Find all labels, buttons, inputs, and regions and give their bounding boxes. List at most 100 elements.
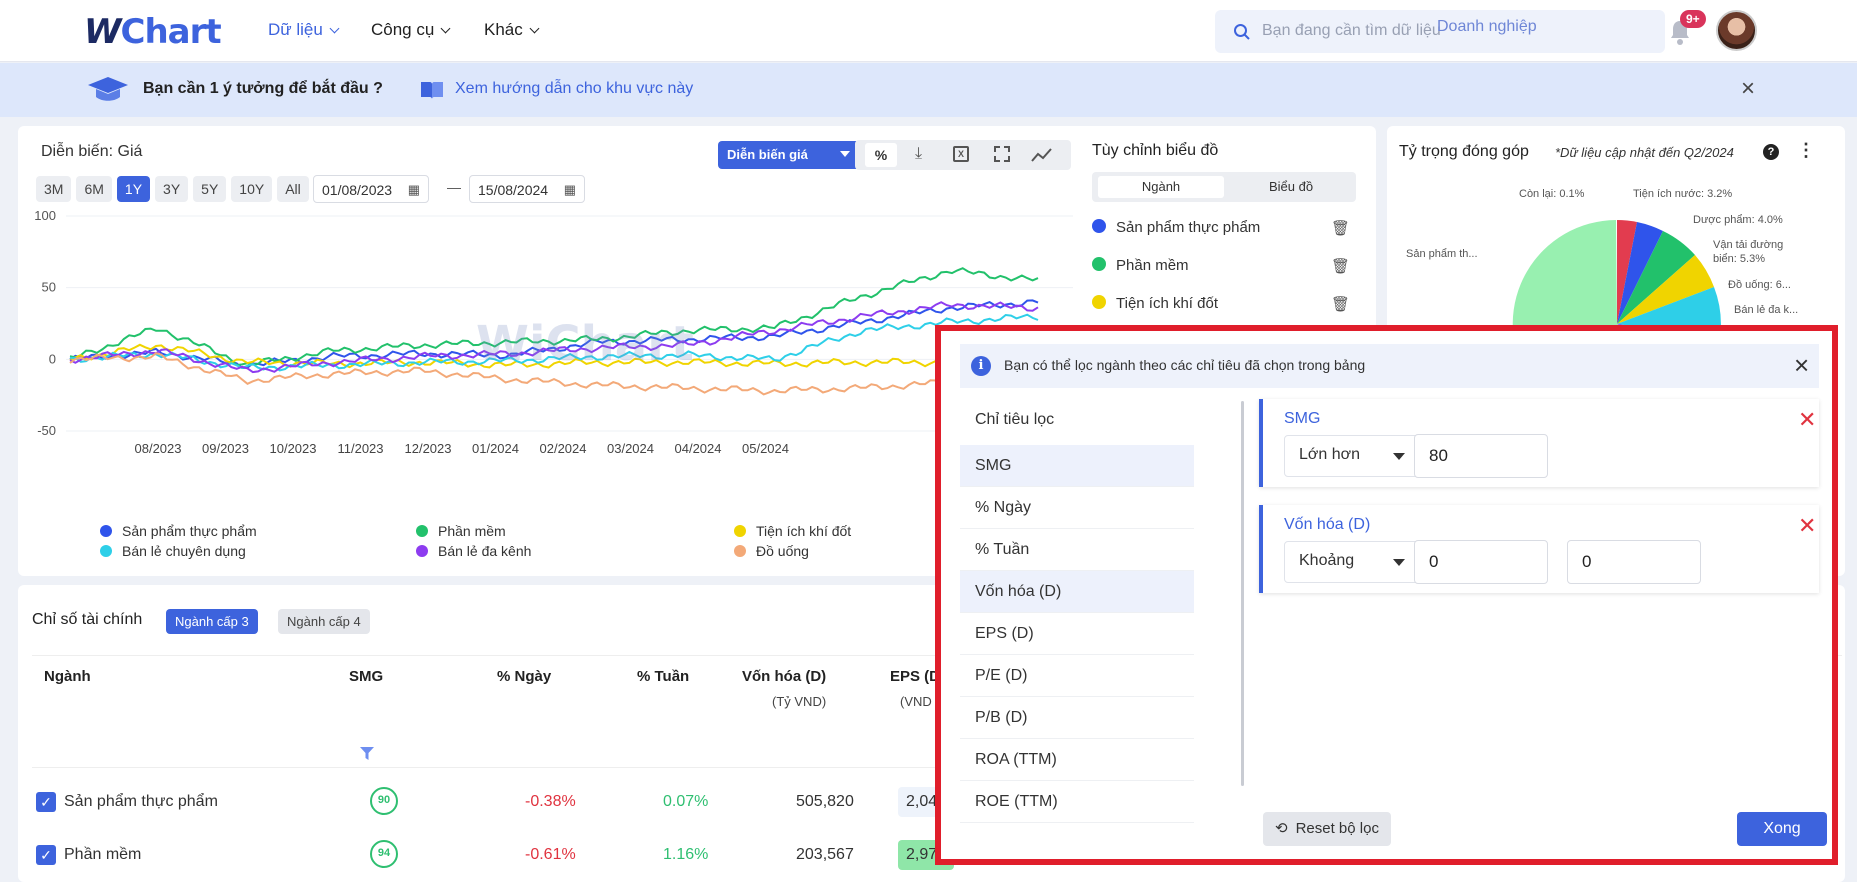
legend-item[interactable]: Sản phẩm thực phẩm — [100, 523, 257, 539]
legend-item[interactable]: Bán lẻ chuyên dụng — [100, 543, 246, 559]
date-from-field[interactable]: 01/08/2023 ▦ — [313, 175, 429, 203]
filter-item-smg[interactable]: SMG — [960, 445, 1194, 487]
x-tick-label: 01/2024 — [472, 441, 519, 456]
fullscreen-icon[interactable] — [994, 146, 1010, 162]
list-scrollbar[interactable] — [1241, 401, 1244, 786]
chevron-down-icon — [329, 23, 340, 34]
y-tick-label: -50 — [37, 423, 56, 438]
col-header-von-hoa[interactable]: Vốn hóa (D) — [742, 668, 826, 685]
close-icon[interactable]: × — [1741, 75, 1755, 103]
help-icon[interactable]: ? — [1763, 144, 1779, 160]
x-tick-label: 12/2023 — [405, 441, 452, 456]
remove-filter-icon[interactable]: ✕ — [1798, 407, 1816, 433]
row-pct-day: -0.61% — [525, 846, 576, 863]
indicator-icon[interactable] — [1031, 146, 1053, 164]
smg-score-badge: 94 — [370, 840, 398, 868]
filter-item-roe[interactable]: ROE (TTM) — [960, 781, 1194, 823]
caret-down-icon — [1393, 559, 1405, 566]
nav-cong-cu[interactable]: Công cụ — [371, 20, 451, 40]
col-header-smg[interactable]: SMG — [349, 668, 383, 685]
idea-text: Bạn cần 1 ý tưởng để bắt đầu ? — [143, 80, 383, 97]
filter-item-pb[interactable]: P/B (D) — [960, 697, 1194, 739]
guide-banner: Bạn cần 1 ý tưởng để bắt đầu ? Xem hướng… — [0, 63, 1857, 117]
period-10y[interactable]: 10Y — [231, 176, 273, 202]
col-unit-von-hoa: (Tỷ VND) — [772, 694, 827, 709]
period-6m[interactable]: 6M — [76, 176, 112, 202]
done-button[interactable]: Xong — [1737, 812, 1827, 846]
avatar[interactable] — [1716, 10, 1757, 51]
filter-value-input[interactable]: 80 — [1414, 434, 1548, 478]
tab-nganh-cap-4[interactable]: Ngành cấp 4 — [278, 609, 370, 634]
col-header-ngay[interactable]: % Ngày — [497, 668, 551, 685]
operator-select[interactable]: Lớn hơn — [1284, 435, 1420, 477]
trash-icon[interactable]: 🗑 — [1331, 219, 1350, 237]
download-icon[interactable]: ⤓ — [915, 145, 922, 163]
period-3m[interactable]: 3M — [36, 176, 72, 202]
filter-item-pe[interactable]: P/E (D) — [960, 655, 1194, 697]
x-tick-label: 09/2023 — [202, 441, 249, 456]
info-icon: i — [971, 356, 991, 376]
chevron-down-icon — [529, 23, 540, 34]
legend-item[interactable]: Tiện ích khí đốt — [734, 523, 851, 539]
table-row[interactable]: ✓ Sản phẩm thực phẩm 90 -0.38% 0.07% 505… — [36, 787, 956, 819]
tab-bieu-do[interactable]: Biểu đồ — [1228, 176, 1354, 198]
col-header-tuan[interactable]: % Tuần — [637, 668, 689, 685]
filter-max-input[interactable]: 0 — [1567, 540, 1701, 584]
x-tick-label: 04/2024 — [675, 441, 722, 456]
pie-label: Bán lẻ đa k... — [1734, 304, 1799, 316]
legend-dot — [100, 545, 112, 557]
pie-label: Đồ uống: 6... — [1728, 279, 1791, 291]
filter-item-pct-week[interactable]: % Tuần — [960, 529, 1194, 571]
filter-item-eps[interactable]: EPS (D) — [960, 613, 1194, 655]
x-tick-label: 10/2023 — [270, 441, 317, 456]
excel-icon[interactable]: X — [953, 146, 969, 162]
operator-select[interactable]: Khoảng — [1284, 541, 1420, 583]
customize-item[interactable]: Sản phẩm thực phẩm 🗑 — [1092, 219, 1362, 237]
date-separator: — — [447, 179, 461, 195]
customize-item[interactable]: Phần mềm 🗑 — [1092, 257, 1362, 275]
filter-item-market-cap[interactable]: Vốn hóa (D) — [960, 571, 1194, 613]
row-checkbox[interactable]: ✓ — [36, 792, 56, 812]
period-5y[interactable]: 5Y — [193, 176, 227, 202]
trash-icon[interactable]: 🗑 — [1331, 257, 1350, 275]
legend-item[interactable]: Bán lẻ đa kênh — [416, 543, 531, 559]
legend-dot — [416, 545, 428, 557]
nav-khac[interactable]: Khác — [484, 20, 540, 40]
row-checkbox[interactable]: ✓ — [36, 845, 56, 865]
filter-item-roa[interactable]: ROA (TTM) — [960, 739, 1194, 781]
period-1y[interactable]: 1Y — [116, 176, 151, 202]
tab-nganh[interactable]: Ngành — [1098, 176, 1224, 198]
filter-icon[interactable] — [360, 747, 374, 760]
nav-du-lieu[interactable]: Dữ liệu — [268, 20, 340, 40]
customize-item[interactable]: Tiện ích khí đốt 🗑 — [1092, 295, 1362, 313]
col-header-eps[interactable]: EPS (D — [890, 668, 940, 685]
book-icon — [421, 82, 443, 99]
filter-card-title: SMG — [1284, 410, 1321, 427]
filter-item-pct-day[interactable]: % Ngày — [960, 487, 1194, 529]
remove-filter-icon[interactable]: ✕ — [1798, 513, 1816, 539]
search-input[interactable]: Bạn đang cần tìm dữ liệu Doanh nghiệp — [1215, 10, 1665, 53]
guide-link[interactable]: Xem hướng dẫn cho khu vực này — [455, 80, 693, 98]
legend-item[interactable]: Đồ uống — [734, 543, 809, 559]
pie-label: Tiện ích nước: 3.2% — [1633, 188, 1733, 200]
search-scope[interactable]: Doanh nghiệp — [1437, 18, 1537, 36]
reset-filter-button[interactable]: ⟲ Reset bộ lọc — [1263, 812, 1391, 846]
wichart-logo[interactable]: WChart — [84, 12, 222, 52]
reset-icon: ⟲ — [1275, 820, 1288, 837]
notification-badge: 9+ — [1680, 10, 1706, 28]
percent-toggle[interactable]: % — [865, 143, 897, 167]
legend-item[interactable]: Phần mềm — [416, 523, 506, 539]
divider — [32, 767, 952, 768]
period-all[interactable]: All — [277, 176, 309, 202]
tab-nganh-cap-3[interactable]: Ngành cấp 3 — [166, 609, 258, 634]
filter-min-input[interactable]: 0 — [1414, 540, 1548, 584]
date-to-field[interactable]: 15/08/2024 ▦ — [469, 175, 585, 203]
filter-criteria-list: Chỉ tiêu lọc SMG % Ngày % Tuần Vốn hóa (… — [960, 397, 1194, 857]
more-options-icon[interactable]: ⋮ — [1797, 140, 1815, 161]
period-3y[interactable]: 3Y — [155, 176, 189, 202]
col-header-nganh[interactable]: Ngành — [44, 668, 91, 685]
trash-icon[interactable]: 🗑 — [1331, 295, 1350, 313]
chart-mode-dropdown[interactable]: Diễn biến giá — [718, 141, 860, 169]
close-icon[interactable]: × — [1794, 350, 1809, 381]
table-row[interactable]: ✓ Phần mềm 94 -0.61% 1.16% 203,567 2,972 — [36, 840, 956, 872]
